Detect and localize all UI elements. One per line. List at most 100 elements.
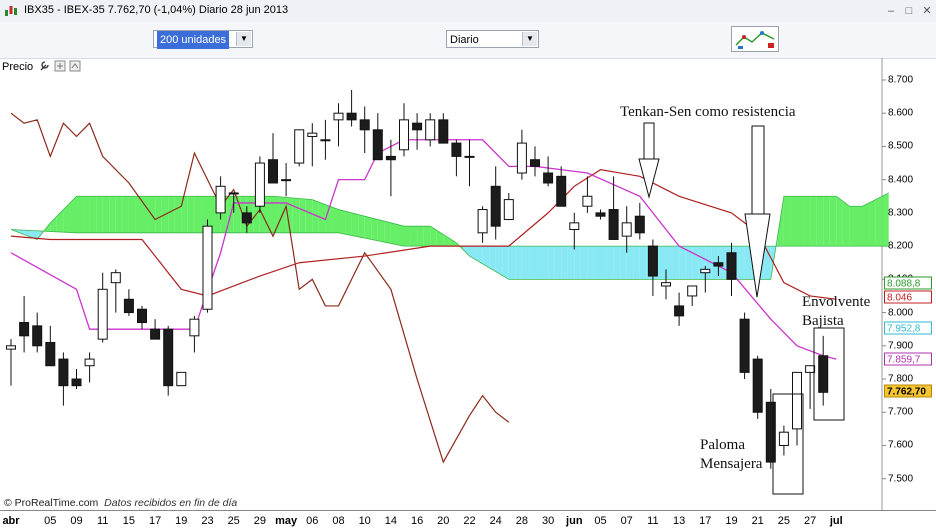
candle[interactable] [595,209,606,220]
candlestick-app-icon [5,6,17,16]
candle[interactable] [254,156,265,213]
kumo-segment [299,198,306,233]
candle[interactable] [202,219,213,313]
candle[interactable] [516,129,527,180]
candle[interactable] [556,166,567,207]
kumo-segment [102,196,110,233]
kumo-segment [115,196,123,233]
kumo-segment [430,226,437,247]
candle[interactable] [58,352,69,406]
y-value-badge: 8.088,8 [884,276,932,290]
candle[interactable] [71,369,82,389]
candle[interactable] [307,123,318,167]
kumo-segment [371,217,378,241]
kumo-segment [476,246,483,264]
period-select[interactable]: Diario ▼ [446,30,539,48]
candle[interactable] [320,119,331,160]
candle[interactable] [530,146,540,177]
candle-body [241,212,252,224]
paloma-annotation-line2: Mensajera [700,456,763,472]
candle[interactable] [110,269,121,313]
x-tick-label: 11 [647,515,659,527]
candle[interactable] [451,139,462,177]
units-select[interactable]: 200 unidades ▼ [153,30,253,49]
candle[interactable] [647,239,658,296]
candle[interactable] [150,319,161,340]
candle[interactable] [372,113,383,161]
kumo-segment [626,246,634,280]
candle[interactable] [752,355,763,419]
candle[interactable] [6,339,16,386]
candle[interactable] [582,176,593,213]
candle[interactable] [778,425,789,456]
candle[interactable] [818,335,829,406]
kumo-segment [76,196,84,233]
footer-brand[interactable]: © ProRealTime.com [4,497,98,509]
candle[interactable] [268,133,278,184]
candle[interactable] [294,129,305,167]
candle[interactable] [281,163,292,197]
candle[interactable] [543,156,554,187]
drawing-tools-icon[interactable] [731,26,779,52]
candle[interactable] [792,371,802,446]
candle[interactable] [359,106,370,154]
kumo-segment [331,207,339,233]
price-chart[interactable] [0,58,936,510]
kumo-segment [836,196,843,247]
candle[interactable] [176,371,187,387]
kumo-segment [587,246,594,280]
candle[interactable] [464,139,475,187]
candle[interactable] [412,113,423,150]
candle[interactable] [97,272,108,343]
candle[interactable] [569,212,580,250]
candle[interactable] [399,103,409,157]
maximize-icon[interactable]: □ [902,4,916,18]
candle-body [6,345,16,350]
candle-body [805,365,816,373]
candle[interactable] [425,113,436,147]
candle[interactable] [805,365,816,409]
candle[interactable] [674,292,685,326]
minimize-icon[interactable]: – [884,4,898,18]
candle[interactable] [765,388,776,469]
candle-body [320,139,331,142]
candle[interactable] [45,325,56,367]
candle[interactable] [163,325,174,396]
candle[interactable] [32,312,43,353]
candle-body [425,119,436,141]
chevron-down-icon[interactable]: ▼ [236,32,251,46]
kumo-segment [266,196,273,233]
kumo-segment [797,196,804,247]
kumo-segment [790,196,797,247]
tenkan-annotation: Tenkan-Sen como resistencia [620,104,796,120]
candle[interactable] [477,206,488,243]
candle[interactable] [333,103,344,147]
candle[interactable] [19,295,30,353]
y-tick-label: 8.200 [888,240,914,252]
candle[interactable] [346,89,357,127]
candle[interactable] [215,176,226,220]
candle[interactable] [503,192,514,221]
candle-body [543,172,554,184]
y-tick-label: 8.700 [888,74,914,86]
candle[interactable] [490,166,501,240]
candle[interactable] [634,202,645,240]
x-tick-label: 09 [70,515,83,527]
kumo-segment [600,246,608,280]
candle-body [399,119,409,151]
kumo-segment [89,196,97,233]
candle-body [215,185,226,214]
chevron-down-icon[interactable]: ▼ [522,32,537,46]
candle[interactable] [84,352,95,383]
candle[interactable] [189,315,200,353]
candle[interactable] [739,312,750,380]
close-icon[interactable]: ✕ [920,4,934,18]
x-tick-label: 25 [227,515,240,527]
x-tick-label: 05 [44,515,57,527]
candle[interactable] [687,285,698,306]
candle[interactable] [123,289,134,316]
candle[interactable] [438,113,449,144]
candle-body [385,155,396,161]
candle-body [412,122,423,131]
candle[interactable] [137,305,147,330]
